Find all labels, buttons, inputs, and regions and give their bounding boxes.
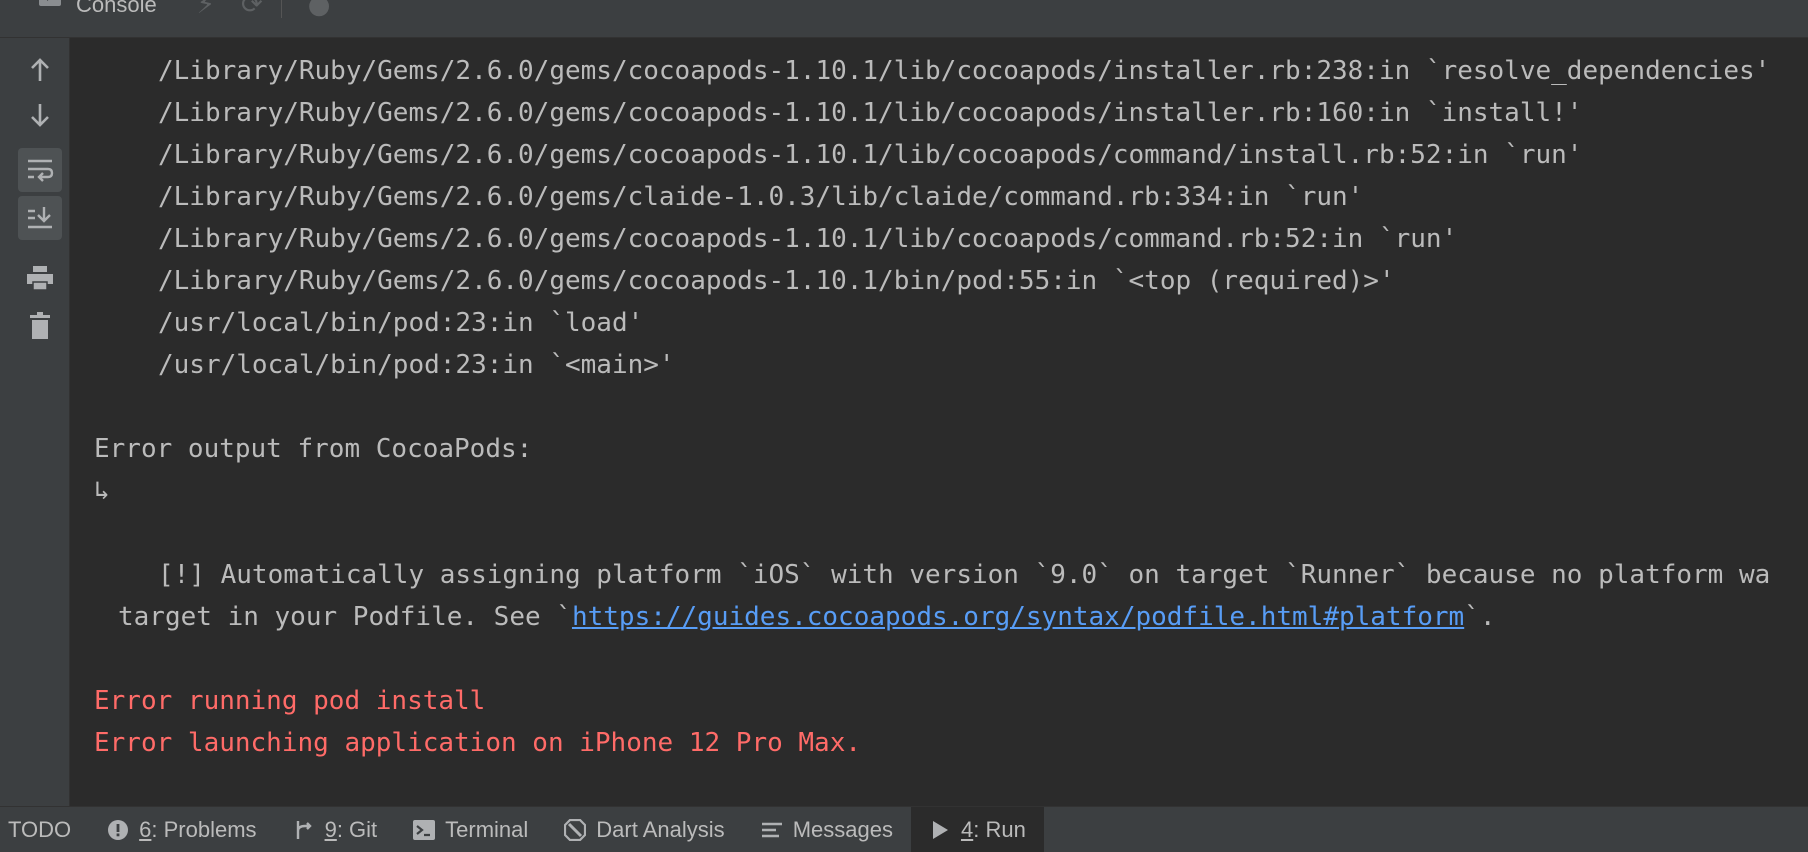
scroll-down-button[interactable] bbox=[18, 93, 62, 137]
scroll-to-end-icon bbox=[28, 207, 52, 229]
clear-all-button[interactable] bbox=[18, 304, 62, 348]
print-button[interactable] bbox=[18, 256, 62, 300]
podfile-platform-link[interactable]: https://guides.cocoapods.org/syntax/podf… bbox=[572, 602, 1464, 632]
tab-terminal-label: Terminal bbox=[445, 816, 529, 842]
warning-cont-prefix: target in your Podfile. See ` bbox=[118, 602, 572, 632]
tab-problems[interactable]: 6: Problems bbox=[89, 807, 274, 852]
tab-git[interactable]: 9: Git bbox=[275, 807, 396, 852]
git-branch-icon bbox=[293, 819, 315, 841]
stack-line: /usr/local/bin/pod:23:in `load' bbox=[158, 308, 644, 338]
stack-line: /Library/Ruby/Gems/2.6.0/gems/cocoapods-… bbox=[158, 56, 1771, 86]
console-output[interactable]: /Library/Ruby/Gems/2.6.0/gems/cocoapods-… bbox=[70, 38, 1808, 806]
arrow-down-icon bbox=[31, 104, 49, 127]
tab-run-label: : Run bbox=[973, 816, 1026, 842]
stack-line: /usr/local/bin/pod:23:in `<main>' bbox=[158, 350, 675, 380]
stack-line: /Library/Ruby/Gems/2.6.0/gems/cocoapods-… bbox=[158, 266, 1395, 296]
scroll-up-button[interactable] bbox=[18, 48, 62, 92]
error-pod-install: Error running pod install bbox=[94, 686, 486, 716]
messages-icon bbox=[761, 819, 783, 841]
refresh-icon[interactable]: ⟳ bbox=[241, 0, 263, 20]
problems-icon bbox=[107, 819, 129, 841]
dart-analysis-icon bbox=[564, 818, 587, 841]
console-toolbar: Console ⚡ ⟳ ● bbox=[0, 0, 1808, 38]
soft-wrap-button[interactable] bbox=[18, 148, 62, 192]
warning-line: [!] Automatically assigning platform `iO… bbox=[158, 560, 1771, 590]
warning-cont-suffix: `. bbox=[1464, 602, 1496, 632]
tab-terminal[interactable]: Terminal bbox=[395, 807, 546, 852]
terminal-icon bbox=[413, 819, 436, 841]
tab-run-number: 4 bbox=[960, 816, 974, 842]
stack-line: /Library/Ruby/Gems/2.6.0/gems/claide-1.0… bbox=[158, 182, 1364, 212]
tab-problems-label: : Problems bbox=[151, 816, 257, 842]
arrow-up-icon bbox=[31, 58, 49, 81]
printer-icon bbox=[27, 266, 53, 291]
console-side-toolbar bbox=[0, 38, 70, 806]
tab-dart-analysis-label: Dart Analysis bbox=[596, 816, 725, 842]
tab-git-label: : Git bbox=[336, 816, 378, 842]
tab-messages-label: Messages bbox=[792, 816, 893, 842]
tab-run[interactable]: 4: Run bbox=[910, 807, 1044, 852]
tab-todo[interactable]: TODO bbox=[0, 807, 89, 852]
settings-icon[interactable]: ● bbox=[308, 0, 331, 20]
console-tab[interactable]: Console bbox=[0, 0, 171, 23]
ide-window: Console ⚡ ⟳ ● /Library/Ruby/Gems/2.6.0/g… bbox=[0, 0, 1808, 852]
tool-window-bar: TODO 6: Problems 9: Git Terminal Dart An… bbox=[0, 806, 1808, 852]
stack-line: /Library/Ruby/Gems/2.6.0/gems/cocoapods-… bbox=[158, 98, 1583, 128]
trash-icon bbox=[30, 312, 50, 339]
stack-line: /Library/Ruby/Gems/2.6.0/gems/cocoapods-… bbox=[158, 140, 1583, 170]
tab-git-number: 9 bbox=[324, 816, 337, 842]
stack-line: /Library/Ruby/Gems/2.6.0/gems/cocoapods-… bbox=[158, 224, 1458, 254]
soft-wrap-icon bbox=[28, 159, 54, 182]
toolbar-divider bbox=[280, 0, 282, 18]
console-tab-label: Console bbox=[76, 0, 157, 17]
tab-problems-number: 6 bbox=[139, 816, 152, 842]
lightning-icon[interactable]: ⚡ bbox=[197, 0, 215, 20]
tab-dart-analysis[interactable]: Dart Analysis bbox=[546, 807, 742, 852]
tab-messages[interactable]: Messages bbox=[743, 807, 911, 852]
warning-continuation: target in your Podfile. See `https://gui… bbox=[70, 596, 1496, 638]
run-icon bbox=[929, 819, 951, 841]
error-output-header: Error output from CocoaPods: bbox=[94, 434, 533, 464]
tab-todo-label: TODO bbox=[8, 816, 72, 842]
return-arrow-icon: ↳ bbox=[94, 476, 110, 506]
error-launching-application: Error launching application on iPhone 12… bbox=[94, 728, 862, 758]
scroll-to-end-button[interactable] bbox=[18, 196, 62, 240]
console-icon bbox=[39, 0, 61, 6]
